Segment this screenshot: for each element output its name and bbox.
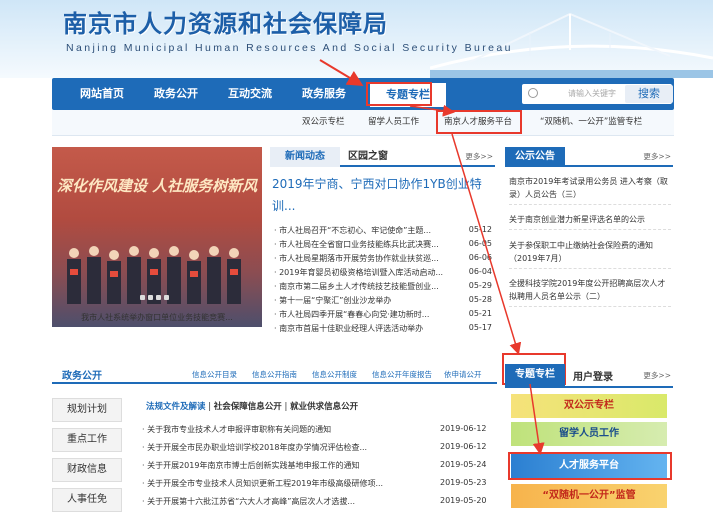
gov-open-header: 政务公开 信息公开目录 信息公开指南 信息公开制度 信息公开年度报告 依申请公开 [52, 364, 497, 384]
notice-item[interactable]: 南京市2019年考试录用公务员 进入考察（取 录）人员公告（三） [509, 175, 671, 205]
site-title: 南京市人力资源和社会保障局 [63, 9, 388, 38]
notice-header: 公示公告 更多>> [505, 147, 673, 167]
nav-home[interactable]: 网站首页 [80, 78, 124, 110]
main-nav: 网站首页 政务公开 互动交流 政务服务 专题专栏 请输入关键字 搜索 [52, 78, 674, 110]
gov-open-panel: 政务公开 信息公开目录 信息公开指南 信息公开制度 信息公开年度报告 依申请公开… [52, 364, 497, 517]
notice-item[interactable]: 关于参保职工中止缴纳社会保险费的通知（2019年7月） [509, 239, 671, 269]
list-item[interactable]: · 市人社局召开“不忘初心、牢记使命”主题... 05-12 [274, 225, 492, 239]
search-placeholder: 请输入关键字 [568, 89, 616, 98]
news-panel: 新闻动态 区园之窗 更多>> 2019年宁商、宁西对口协作1YB创业特训... … [270, 147, 495, 357]
zt-more-link[interactable]: 更多>> [643, 370, 671, 381]
tab-news[interactable]: 新闻动态 [270, 147, 340, 167]
side-personnel[interactable]: 人事任免 [52, 488, 122, 512]
list-item[interactable]: · 关于开展2019年南京市博士后创新实践基地申报工作的通知 2019-05-24 [142, 460, 492, 478]
link-guide[interactable]: 信息公开指南 [252, 369, 297, 380]
news-tabs: 新闻动态 区园之窗 更多>> [270, 147, 495, 167]
subnav-double-random[interactable]: “双随机、一公开”监管专栏 [540, 115, 642, 127]
nav-gov-open[interactable]: 政务公开 [154, 78, 198, 110]
banner-overseas[interactable]: 留学人员工作 [511, 422, 667, 446]
notice-item[interactable]: 全援科技学院2019年度公开招聘高层次人才拟聘用人员名单公示（二） [509, 277, 671, 307]
photo-caption[interactable]: 我市人社系统举办窗口单位业务技能竞赛... [52, 310, 262, 326]
side-plan[interactable]: 规划计划 [52, 398, 122, 422]
tab-user-login[interactable]: 用户登录 [573, 368, 613, 383]
subnav-overseas[interactable]: 留学人员工作 [368, 115, 419, 127]
link-system[interactable]: 信息公开制度 [312, 369, 357, 380]
list-item[interactable]: · 关于我市专业技术人才申报评审职称有关问题的通知 2019-06-12 [142, 424, 492, 442]
nav-interaction[interactable]: 互动交流 [228, 78, 272, 110]
site-title-en: Nanjing Municipal Human Resources And So… [66, 42, 513, 54]
banner-double-random[interactable]: “双随机一公开”监管 [511, 484, 667, 508]
notice-panel: 公示公告 更多>> 南京市2019年考试录用公务员 进入考察（取 录）人员公告（… [505, 147, 673, 357]
list-item[interactable]: · 关于开展第十六批江苏省“六大人才高峰”高层次人才选拔... 2019-05-2… [142, 496, 492, 514]
banner-talent-platform[interactable]: 人才服务平台 [511, 454, 667, 478]
sub-nav: 双公示专栏 留学人员工作 南京人才服务平台 “双随机、一公开”监管专栏 [52, 110, 674, 136]
list-item[interactable]: · 市人社局星期落市开展劳务协作就业扶贫巡... 06-06 [274, 253, 492, 267]
photo-banner-text: 深化作风建设 人社服务树新风 [56, 177, 258, 195]
tab-special-topics[interactable]: 专题专栏 [505, 364, 565, 386]
gov-open-title: 政务公开 [62, 371, 102, 382]
list-item[interactable]: · 市人社局在全省窗口业务技能练兵比武决赛... 06-05 [274, 239, 492, 253]
highlight-subnav-box [436, 110, 522, 134]
tab-district[interactable]: 区园之窗 [348, 147, 388, 167]
search-icon [528, 88, 538, 98]
list-item[interactable]: · 南京市首届十佳职业经理人评选活动举办 05-17 [274, 323, 492, 337]
carousel-dots[interactable] [140, 293, 172, 303]
list-item[interactable]: · 南京市第二届乡土人才传统技艺技能暨创业... 05-29 [274, 281, 492, 295]
notice-more-link[interactable]: 更多>> [643, 151, 671, 162]
notice-title: 公示公告 [505, 147, 565, 167]
link-apply[interactable]: 依申请公开 [444, 369, 482, 380]
gov-open-list: · 关于我市专业技术人才申报评审职称有关问题的通知 2019-06-12 · 关于… [142, 424, 492, 514]
highlight-nav-box [366, 82, 432, 106]
list-item[interactable]: · 关于开展全市民办职业培训学校2018年度办学情况评估检查... 2019-06… [142, 442, 492, 460]
subtab-social[interactable]: 社会保障信息公开 [214, 402, 282, 412]
subtab-employment[interactable]: 就业供求信息公开 [290, 402, 358, 412]
nav-gov-service[interactable]: 政务服务 [302, 78, 346, 110]
side-finance[interactable]: 财政信息 [52, 458, 122, 482]
search-button[interactable]: 搜索 [625, 85, 673, 103]
link-catalog[interactable]: 信息公开目录 [192, 369, 237, 380]
notice-item[interactable]: 关于南京创业潜力新星评选名单的公示 [509, 213, 671, 230]
side-key-work[interactable]: 重点工作 [52, 428, 122, 452]
list-item[interactable]: · 第十一届“宁聚汇”创业沙龙举办 05-28 [274, 295, 492, 309]
link-annual[interactable]: 信息公开年度报告 [372, 369, 432, 380]
news-headline[interactable]: 2019年宁商、宁西对口协作1YB创业特训... [272, 173, 492, 217]
news-more-link[interactable]: 更多>> [465, 151, 493, 162]
list-item[interactable]: · 关于开展全市专业技术人员知识更新工程2019年市级高级研修项... 2019-… [142, 478, 492, 496]
subtab-laws[interactable]: 法规文件及解读 [146, 402, 206, 412]
news-list: · 市人社局召开“不忘初心、牢记使命”主题... 05-12 · 市人社局在全省窗… [274, 225, 492, 337]
gov-open-subtabs: 法规文件及解读 | 社会保障信息公开 | 就业供求信息公开 [146, 402, 359, 412]
subnav-dual-publicity[interactable]: 双公示专栏 [302, 115, 345, 127]
special-topics-panel: 专题专栏 用户登录 更多>> 双公示专栏 留学人员工作 人才服务平台 “双随机一… [505, 364, 673, 517]
banner-dual-publicity[interactable]: 双公示专栏 [511, 394, 667, 418]
header-banner: 南京市人力资源和社会保障局 Nanjing Municipal Human Re… [0, 0, 713, 78]
list-item[interactable]: · 市人社局四季开展“春春心向党·建功新时... 05-21 [274, 309, 492, 323]
news-photo[interactable]: 深化作风建设 人社服务树新风 [52, 147, 262, 327]
list-item[interactable]: · 2019年育婴员初级资格培训暨入库活动启动... 06-04 [274, 267, 492, 281]
